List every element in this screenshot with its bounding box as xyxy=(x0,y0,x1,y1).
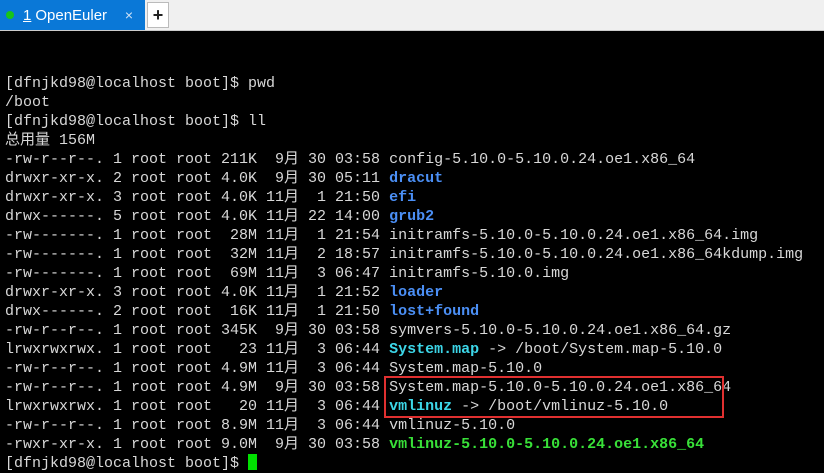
terminal-line: -rw-------. 1 root root 28M 11月 1 21:54 … xyxy=(5,226,824,245)
terminal-line: [dfnjkd98@localhost boot]$ ll xyxy=(5,112,824,131)
terminal-line: -rw-------. 1 root root 69M 11月 3 06:47 … xyxy=(5,264,824,283)
line-text: drwx------. 5 root root 4.0K 11月 22 14:0… xyxy=(5,208,390,225)
prompt: [dfnjkd98@localhost boot]$ xyxy=(5,455,249,472)
terminal-line: -rw-r--r--. 1 root root 8.9M 11月 3 06:44… xyxy=(5,416,824,435)
cursor xyxy=(248,454,258,470)
line-text: -rwxr-xr-x. 1 root root 9.0M 9月 30 03:58 xyxy=(5,436,390,453)
file-name: initramfs-5.10.0-5.10.0.24.oe1.x86_64kdu… xyxy=(389,246,804,263)
terminal-line: drwx------. 5 root root 4.0K 11月 22 14:0… xyxy=(5,207,824,226)
file-name: dracut xyxy=(389,170,444,187)
prompt-line[interactable]: [dfnjkd98@localhost boot]$ xyxy=(5,454,824,473)
connected-status-icon xyxy=(6,11,14,19)
terminal-line: drwxr-xr-x. 2 root root 4.0K 9月 30 05:11… xyxy=(5,169,824,188)
link-target: -> /boot/System.map-5.10.0 xyxy=(479,341,723,358)
close-tab-icon[interactable]: × xyxy=(125,7,133,23)
line-text: -rw-r--r--. 1 root root 4.9M 9月 30 03:58 xyxy=(5,379,390,396)
line-text: drwxr-xr-x. 3 root root 4.0K 11月 1 21:50 xyxy=(5,189,390,206)
terminal-line: -rw-------. 1 root root 32M 11月 2 18:57 … xyxy=(5,245,824,264)
highlight-box xyxy=(384,376,724,418)
tab-title: OpenEuler xyxy=(35,6,108,24)
file-name: vmlinuz-5.10.0 xyxy=(389,417,516,434)
line-text: -rw-------. 1 root root 69M 11月 3 06:47 xyxy=(5,265,390,282)
line-text: drwxr-xr-x. 2 root root 4.0K 9月 30 05:11 xyxy=(5,170,390,187)
tab-number: 1 xyxy=(23,6,32,24)
line-text: -rw-------. 1 root root 32M 11月 2 18:57 xyxy=(5,246,390,263)
file-name: lost+found xyxy=(389,303,480,320)
line-text: lrwxrwxrwx. 1 root root 20 11月 3 06:44 xyxy=(5,398,390,415)
terminal-output[interactable]: [dfnjkd98@localhost boot]$ pwd/boot [dfnj… xyxy=(0,31,824,473)
terminal-line: drwxr-xr-x. 3 root root 4.0K 11月 1 21:50… xyxy=(5,188,824,207)
file-name: vmlinuz-5.10.0-5.10.0.24.oe1.x86_64 xyxy=(389,436,705,453)
terminal-line: -rwxr-xr-x. 1 root root 9.0M 9月 30 03:58… xyxy=(5,435,824,454)
line-text: drwx------. 2 root root 16K 11月 1 21:50 xyxy=(5,303,390,320)
line-text: lrwxrwxrwx. 1 root root 23 11月 3 06:44 xyxy=(5,341,390,358)
tab-openeuler[interactable]: 1 OpenEuler × xyxy=(0,0,145,30)
line-text: -rw-r--r--. 1 root root 8.9M 11月 3 06:44 xyxy=(5,417,390,434)
terminal-line: 总用量 156M xyxy=(5,131,824,150)
file-name: config-5.10.0-5.10.0.24.oe1.x86_64 xyxy=(389,151,696,168)
file-name: initramfs-5.10.0-5.10.0.24.oe1.x86_64.im… xyxy=(389,227,759,244)
file-name: loader xyxy=(389,284,444,301)
file-name: grub2 xyxy=(389,208,435,225)
terminal-line: drwx------. 2 root root 16K 11月 1 21:50 … xyxy=(5,302,824,321)
new-tab-button[interactable]: + xyxy=(147,2,169,28)
terminal-line: -rw-r--r--. 1 root root 345K 9月 30 03:58… xyxy=(5,321,824,340)
line-text: -rw-r--r--. 1 root root 211K 9月 30 03:58 xyxy=(5,151,390,168)
terminal-line: [dfnjkd98@localhost boot]$ pwd xyxy=(5,74,824,93)
line-text: [dfnjkd98@localhost boot]$ ll xyxy=(5,113,267,130)
line-text: drwxr-xr-x. 3 root root 4.0K 11月 1 21:52 xyxy=(5,284,390,301)
file-name: efi xyxy=(389,189,417,206)
terminal-line: lrwxrwxrwx. 1 root root 23 11月 3 06:44 S… xyxy=(5,340,824,359)
line-text: 总用量 156M xyxy=(5,132,96,149)
line-text: [dfnjkd98@localhost boot]$ pwd xyxy=(5,75,276,92)
line-text: /boot xyxy=(5,94,51,111)
file-name: initramfs-5.10.0.img xyxy=(389,265,570,282)
terminal-line: /boot xyxy=(5,93,824,112)
file-name: symvers-5.10.0-5.10.0.24.oe1.x86_64.gz xyxy=(389,322,732,339)
line-text: -rw-r--r--. 1 root root 345K 9月 30 03:58 xyxy=(5,322,390,339)
line-text: -rw-r--r--. 1 root root 4.9M 11月 3 06:44 xyxy=(5,360,390,377)
terminal-line: drwxr-xr-x. 3 root root 4.0K 11月 1 21:52… xyxy=(5,283,824,302)
file-name: System.map xyxy=(389,341,480,358)
terminal-line: -rw-r--r--. 1 root root 211K 9月 30 03:58… xyxy=(5,150,824,169)
file-name: System.map-5.10.0 xyxy=(389,360,543,377)
tab-bar: 1 OpenEuler × + xyxy=(0,0,824,31)
line-text: -rw-------. 1 root root 28M 11月 1 21:54 xyxy=(5,227,390,244)
